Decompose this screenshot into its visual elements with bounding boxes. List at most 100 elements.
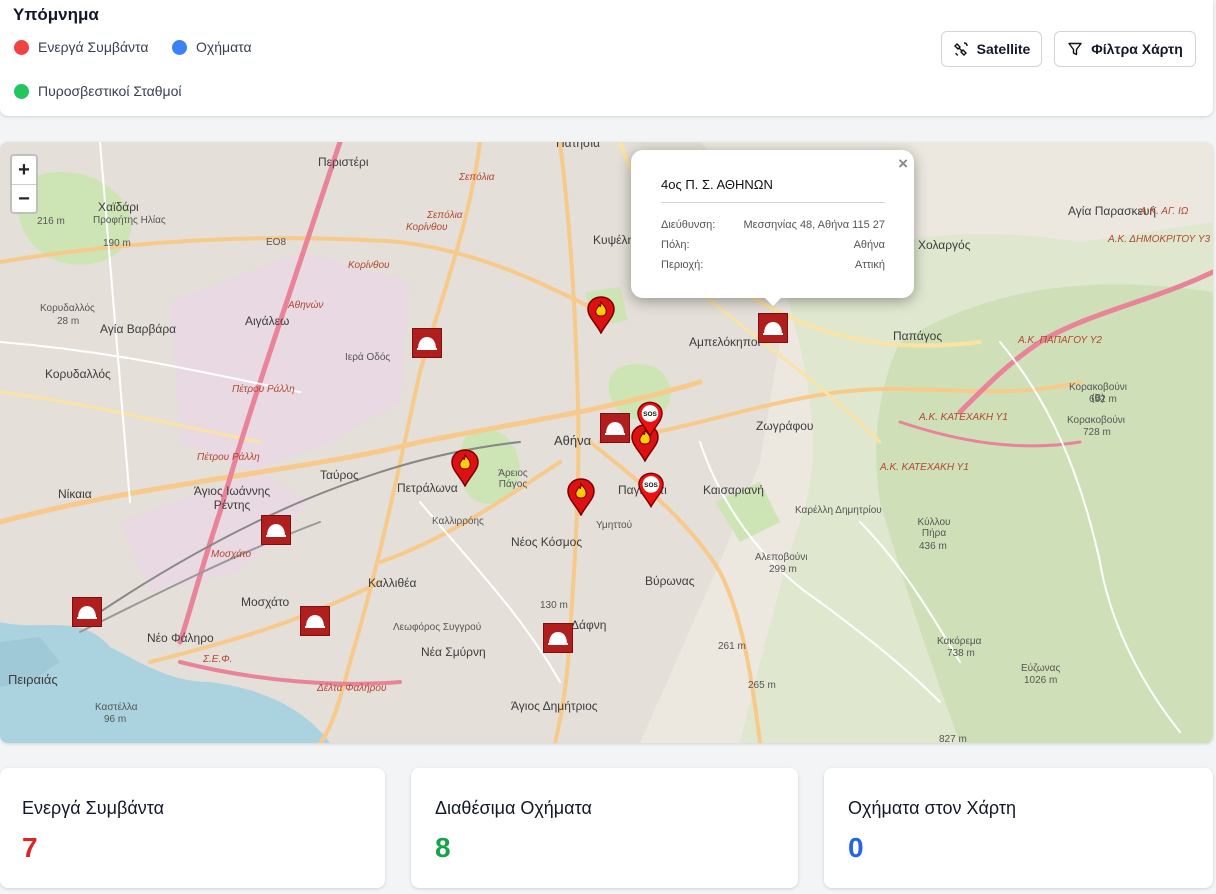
- map-label: Πατήσια: [556, 142, 601, 150]
- map-filters-label: Φίλτρα Χάρτη: [1091, 41, 1183, 57]
- fire-station-marker[interactable]: [758, 313, 788, 343]
- map-label: Άγιος Ιωάννης Ρέντης: [193, 484, 271, 512]
- map-label: Αλεποβούνι: [755, 552, 808, 563]
- map-label: Α.Κ. ΔΗΜΟΚΡΙΤΟΥ Υ3: [1108, 234, 1211, 245]
- map-label: Νέο Φάληρο: [147, 631, 214, 645]
- map-label: 265 m: [748, 680, 776, 691]
- map-label: Χαϊδάρι: [98, 200, 139, 214]
- map-label: Πέτρου Ράλλη: [232, 384, 295, 395]
- satellite-label: Satellite: [976, 41, 1031, 57]
- fire-incident-marker[interactable]: [451, 449, 479, 487]
- popup-title: 4ος Π. Σ. ΑΘΗΝΩΝ: [661, 177, 773, 192]
- legend-title: Υπόμνημα: [13, 5, 99, 24]
- stat-card-active-incidents: Ενεργά Συμβάντα 7: [0, 768, 385, 888]
- map-label: Υμηττού: [596, 520, 633, 531]
- popup-label: Διεύθυνση:: [661, 219, 716, 231]
- map-label: Α.Κ. ΚΑΤΕΧΑΚΗ Υ1: [880, 462, 969, 473]
- map-label: Κορακοβούνι: [1067, 415, 1126, 426]
- map-label: Πέτρου Ράλλη: [197, 452, 260, 463]
- map-label: Αθηνών: [288, 300, 324, 311]
- map-label: Κορυδαλλός: [45, 367, 111, 381]
- zoom-in-button[interactable]: +: [12, 156, 36, 185]
- fire-incident-marker[interactable]: [567, 478, 595, 516]
- sos-incident-marker[interactable]: SOS: [637, 401, 663, 437]
- map-label: Κύλλου Πήρα: [917, 517, 951, 539]
- satellite-button[interactable]: Satellite: [941, 31, 1042, 67]
- map-label: Καστέλλα: [95, 702, 138, 713]
- map-label: 28 m: [57, 316, 80, 327]
- map-label: Κορυδαλλός: [40, 303, 95, 314]
- map-label: Κυψέλη: [593, 233, 635, 247]
- map-label: Δάφνη: [571, 618, 607, 632]
- stat-label: Διαθέσιμα Οχήματα: [435, 798, 592, 818]
- map-label: Νίκαια: [58, 487, 92, 501]
- fire-station-icon: [266, 524, 286, 537]
- map-label: 190 m: [103, 238, 131, 249]
- popup-row-city: Πόλη: Αθήνα: [661, 239, 885, 251]
- map-label: Αγία Βαρβάρα: [100, 322, 177, 336]
- zoom-out-button[interactable]: −: [12, 185, 36, 213]
- map-label: Αμπελόκηποι: [689, 335, 761, 349]
- popup-value: Μεσσηνίας 48, Αθήνα 115 27: [743, 219, 885, 231]
- legend-label: Ενεργά Συμβάντα: [38, 39, 149, 55]
- map-label: Σεπόλια: [427, 210, 463, 221]
- map-label: Παπάγος: [893, 329, 943, 343]
- fire-station-icon: [77, 606, 97, 619]
- popup-row-region: Περιοχή: Αττική: [661, 259, 885, 271]
- map-label: Καλλιρρόης: [432, 516, 484, 527]
- stat-label: Οχήματα στον Χάρτη: [848, 798, 1016, 818]
- legend-label: Πυροσβεστικοί Σταθμοί: [38, 83, 182, 99]
- red-dot-icon: [14, 39, 29, 55]
- fire-incident-marker[interactable]: [587, 296, 615, 334]
- popup-close-button[interactable]: ×: [898, 154, 908, 174]
- station-popup: × 4ος Π. Σ. ΑΘΗΝΩΝ Διεύθυνση: Μεσσηνίας …: [631, 150, 914, 298]
- map-label: Α.Κ. ΑΓ. ΙΩ: [1140, 206, 1189, 217]
- popup-value: Αθήνα: [853, 239, 885, 251]
- fire-station-marker[interactable]: [543, 623, 573, 653]
- stat-value: 0: [848, 832, 864, 863]
- legend-item-fire-stations: Πυροσβεστικοί Σταθμοί: [14, 83, 182, 99]
- map-label: Χολαργός: [918, 238, 971, 252]
- fire-station-marker[interactable]: [600, 413, 630, 443]
- popup-value: Αττική: [854, 259, 885, 271]
- stat-card-vehicles-on-map: Οχήματα στον Χάρτη 0: [824, 768, 1213, 888]
- map-label: Λεωφόρος Συγγρού: [393, 622, 482, 633]
- fire-station-icon: [305, 615, 325, 628]
- map-label: Δέλτα Φαλήρου: [317, 683, 387, 694]
- stat-card-available-vehicles: Διαθέσιμα Οχήματα 8: [411, 768, 798, 888]
- map-label: 261 m: [718, 641, 746, 652]
- green-dot-icon: [14, 83, 29, 99]
- map-filters-button[interactable]: Φίλτρα Χάρτη: [1054, 31, 1196, 67]
- popup-label: Πόλη:: [661, 239, 690, 251]
- map-label: Μοσχάτο: [241, 595, 290, 609]
- map-label: Α.Κ. ΚΑΤΕΧΑΚΗ Υ1: [919, 412, 1008, 423]
- fire-station-icon: [763, 322, 783, 335]
- popup-divider: [661, 202, 885, 203]
- map-label: Ζωγράφου: [756, 419, 814, 433]
- map-label: Αθήνα: [554, 433, 592, 448]
- popup-tip: [763, 296, 783, 306]
- map-label: Καρέλλη Δημητρίου: [795, 505, 882, 516]
- legend-item-active-incidents: Ενεργά Συμβάντα: [14, 39, 148, 55]
- fire-station-marker[interactable]: [412, 328, 442, 358]
- map-label: Άγιος Δημήτριος: [511, 699, 598, 713]
- map-label: Κορίνθου: [348, 260, 390, 271]
- map-view[interactable]: + − Περιστέρι Πατήσια Χαϊδάρι Προφήτης Η…: [0, 142, 1213, 743]
- stat-label: Ενεργά Συμβάντα: [22, 798, 165, 818]
- fire-station-marker[interactable]: [72, 597, 102, 627]
- map-label: Καλλιθέα: [368, 576, 417, 590]
- sos-incident-marker[interactable]: SOS: [638, 472, 664, 508]
- fire-station-marker[interactable]: [261, 515, 291, 545]
- stat-value: 7: [22, 832, 38, 863]
- map-label: Κακόρεμα: [937, 636, 982, 647]
- map-label: Σ.Ε.Φ.: [203, 654, 233, 665]
- map-label: 827 m: [939, 734, 967, 743]
- zoom-control: + −: [10, 154, 38, 214]
- blue-dot-icon: [172, 39, 187, 55]
- stat-value: 8: [435, 832, 451, 863]
- fire-station-icon: [605, 422, 625, 435]
- map-label: 692 m: [1089, 394, 1117, 405]
- satellite-icon: [953, 42, 968, 56]
- fire-station-marker[interactable]: [300, 606, 330, 636]
- sos-text: SOS: [644, 482, 658, 489]
